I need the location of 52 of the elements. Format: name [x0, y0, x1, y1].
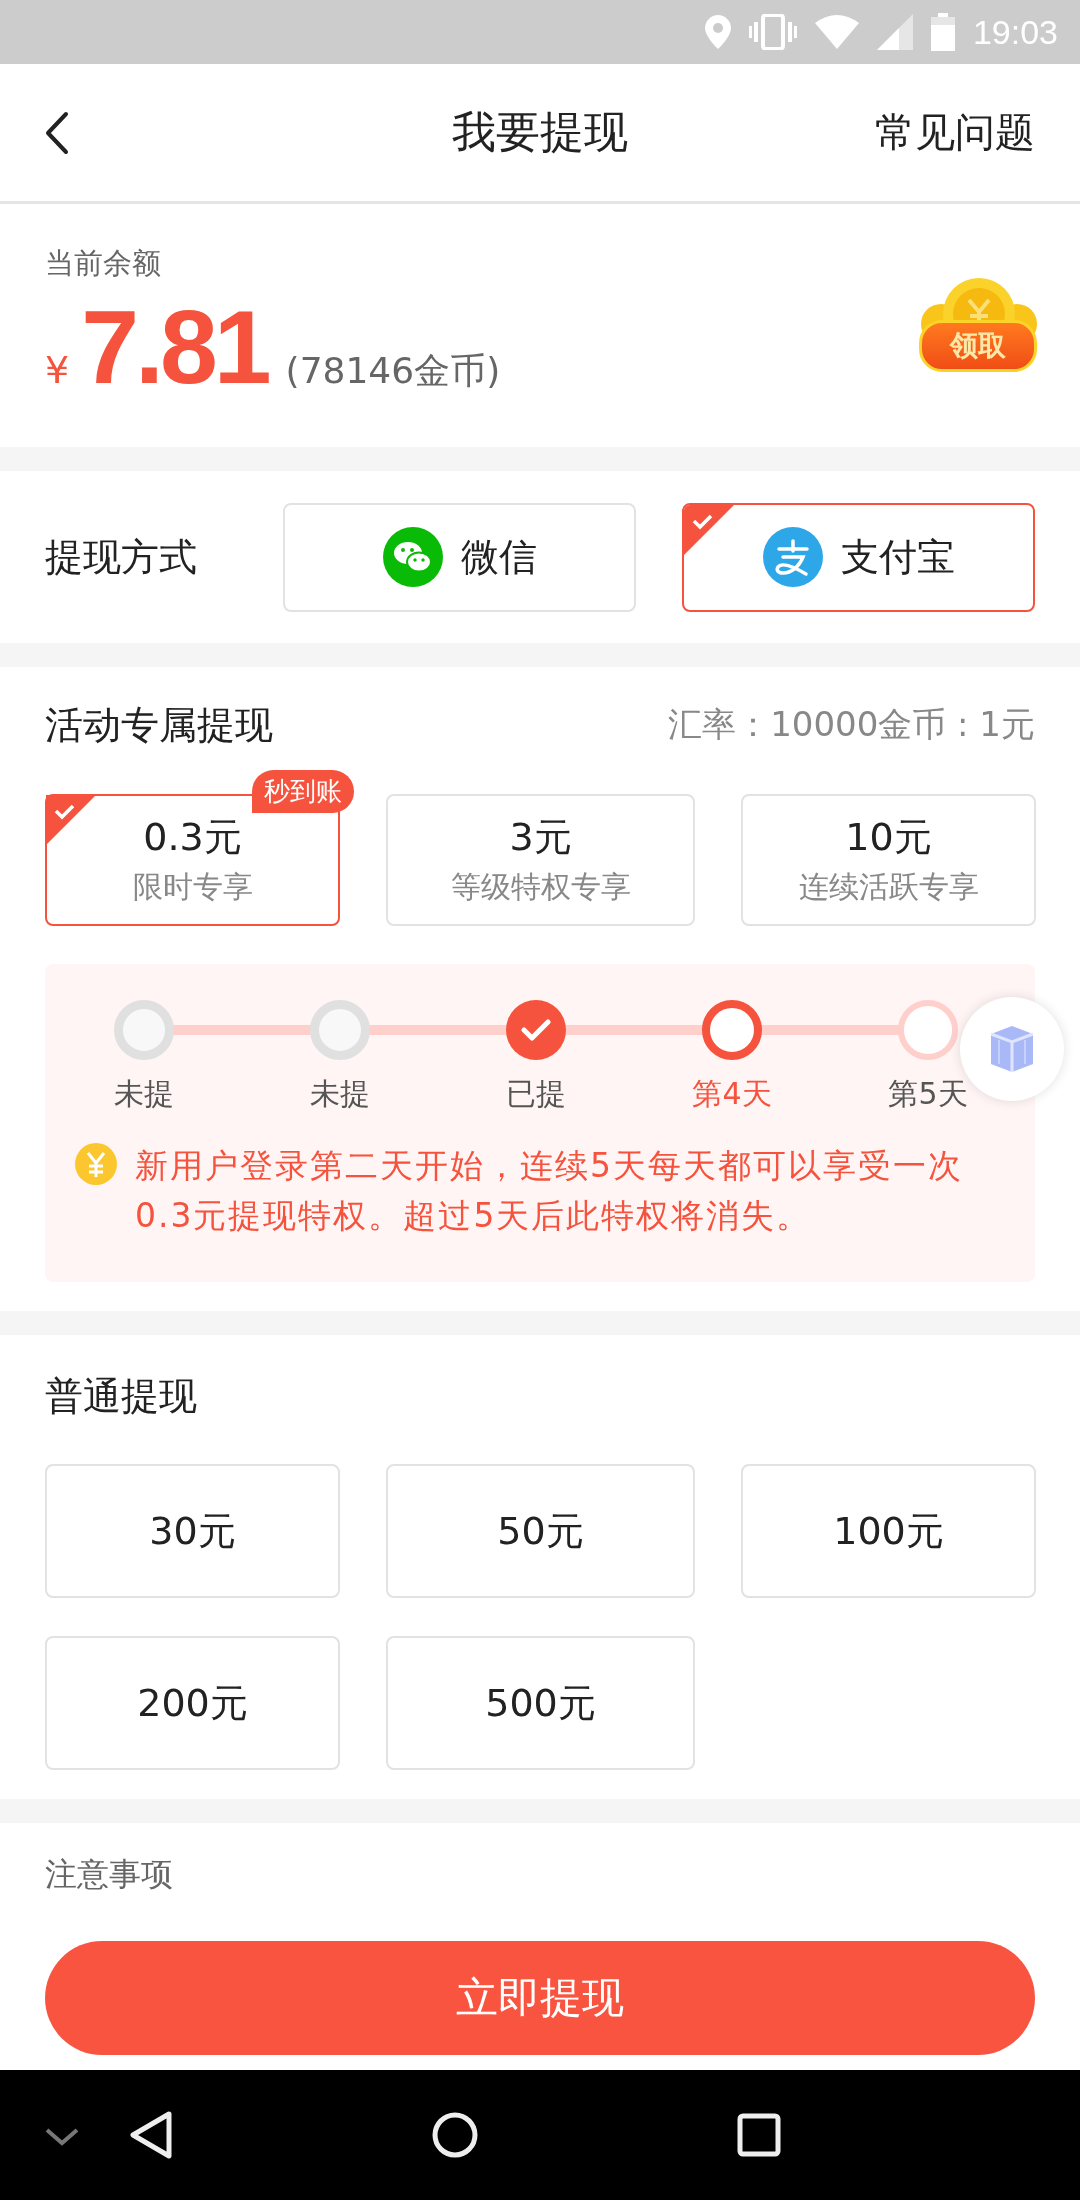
- payment-method-label: 提现方式: [45, 533, 198, 581]
- amount-option[interactable]: 500元: [386, 1636, 695, 1770]
- step-label: 第4天: [692, 1075, 772, 1113]
- chevron-down-icon[interactable]: [44, 2127, 80, 2147]
- vibrate-icon: [748, 14, 797, 50]
- signal-icon: [876, 14, 913, 50]
- amount-option[interactable]: 100元: [741, 1464, 1036, 1598]
- battery-icon: [930, 13, 955, 51]
- recents-icon[interactable]: [737, 2113, 781, 2157]
- check-icon: [521, 1019, 551, 1041]
- payment-option[interactable]: 微信: [283, 502, 636, 612]
- step-dot: [310, 1000, 370, 1060]
- wifi-icon: [814, 15, 859, 49]
- check-corner-icon: [684, 504, 734, 555]
- section-title: 活动专属提现: [45, 701, 273, 749]
- step-dot: [114, 1000, 174, 1060]
- step-label: 未提: [310, 1075, 370, 1113]
- location-icon: [704, 15, 731, 49]
- notice-text: 新用户登录第二天开始，连续5天每天都可以享受一次0.3元提现特权。超过5天后此特权将消失。: [135, 1145, 964, 1237]
- coin-count: (78146金币): [285, 349, 501, 393]
- option-note: 等级特权专享: [450, 868, 631, 906]
- option-note: 连续活跃专享: [798, 868, 979, 906]
- instant-badge: 秒到账: [252, 770, 354, 813]
- step-label: 未提: [114, 1075, 174, 1113]
- step-label: 已提: [506, 1075, 566, 1113]
- amount-option[interactable]: 10元 连续活跃专享: [741, 794, 1036, 926]
- alipay-icon: [762, 527, 823, 587]
- currency-symbol: ¥: [45, 348, 70, 392]
- exchange-rate: 汇率：10000金币 : 1元: [668, 703, 1035, 746]
- balance-label: 当前余额: [45, 245, 162, 282]
- step-dot: [898, 1000, 958, 1060]
- notes-title: 注意事项: [45, 1855, 173, 1893]
- wechat-icon: [382, 527, 443, 587]
- option-note: 限时专享: [132, 868, 253, 906]
- balance-amount: 7.81: [81, 288, 268, 407]
- step-dot: [702, 1000, 762, 1060]
- back-icon[interactable]: [45, 110, 69, 155]
- amount-option[interactable]: 30元: [45, 1464, 340, 1598]
- check-corner-icon: [46, 795, 96, 845]
- amount-option[interactable]: 200元: [45, 1636, 340, 1770]
- step-label: 第5天: [888, 1075, 968, 1113]
- option-amount: 10元: [845, 814, 932, 861]
- faq-link[interactable]: 常见问题: [875, 105, 1035, 160]
- option-amount: 0.3元: [143, 814, 242, 861]
- amount-option[interactable]: 50元: [386, 1464, 695, 1598]
- home-icon[interactable]: [431, 2111, 479, 2159]
- page-title: 我要提现: [452, 105, 628, 159]
- section-title: 普通提现: [45, 1374, 197, 1418]
- option-amount: 3元: [509, 814, 572, 861]
- amount-option[interactable]: 3元 等级特权专享: [386, 794, 695, 926]
- yuan-coin-icon: [75, 1143, 117, 1185]
- payment-option[interactable]: 支付宝: [682, 502, 1035, 612]
